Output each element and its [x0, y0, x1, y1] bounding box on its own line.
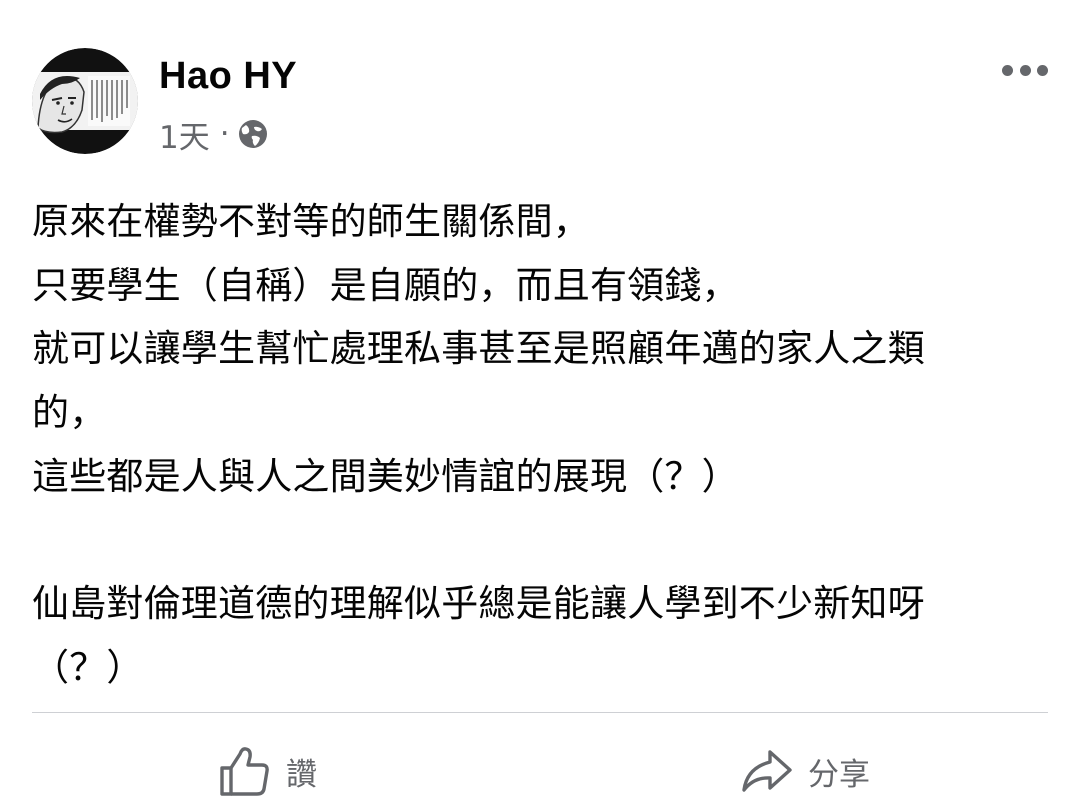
post-text-line: 就可以讓學生幫忙處理私事甚至是照顧年邁的家人之類	[32, 327, 925, 371]
actions-divider	[32, 712, 1048, 713]
post-body: 原來在權勢不對等的師生關係間， 只要學生（自稱）是自願的，而且有領錢， 就可以讓…	[32, 190, 1056, 700]
more-options-icon-dot	[1019, 64, 1031, 76]
share-arrow-icon	[742, 750, 792, 792]
post-text-line: 仙島對倫理道德的理解似乎總是能讓人學到不少新知呀	[32, 582, 925, 626]
post-text-line: 原來在權勢不對等的師生關係間，	[32, 200, 590, 243]
author-name[interactable]: Hao HY	[159, 52, 297, 100]
post-meta: 1天 ·	[159, 112, 268, 157]
post-actions-bar: 讚 分享	[0, 738, 1080, 807]
post-header: Hao HY 1天 ·	[32, 48, 1048, 158]
more-options-icon-dot	[1002, 64, 1013, 76]
avatar[interactable]	[32, 48, 138, 154]
post-text-line: 的，	[32, 391, 107, 435]
meta-separator: ·	[219, 116, 230, 152]
globe-icon	[238, 120, 267, 148]
more-options-button[interactable]	[1002, 54, 1048, 86]
more-options-icon-dot	[1037, 64, 1048, 76]
avatar-image	[32, 48, 138, 154]
post-text-line: 這些都是人與人之間美妙情誼的展現（？）	[32, 454, 739, 498]
like-button[interactable]: 讚	[218, 738, 317, 804]
post-text-blank-line	[32, 509, 1056, 573]
thumbs-up-icon	[220, 747, 269, 796]
like-label: 讚	[286, 756, 317, 793]
share-label: 分享	[808, 756, 870, 793]
share-button[interactable]: 分享	[740, 738, 870, 804]
post-timestamp[interactable]: 1天	[159, 112, 210, 157]
post-text-line: 只要學生（自稱）是自願的，而且有領錢，	[32, 263, 739, 307]
post-text-line: （？）	[32, 645, 144, 689]
